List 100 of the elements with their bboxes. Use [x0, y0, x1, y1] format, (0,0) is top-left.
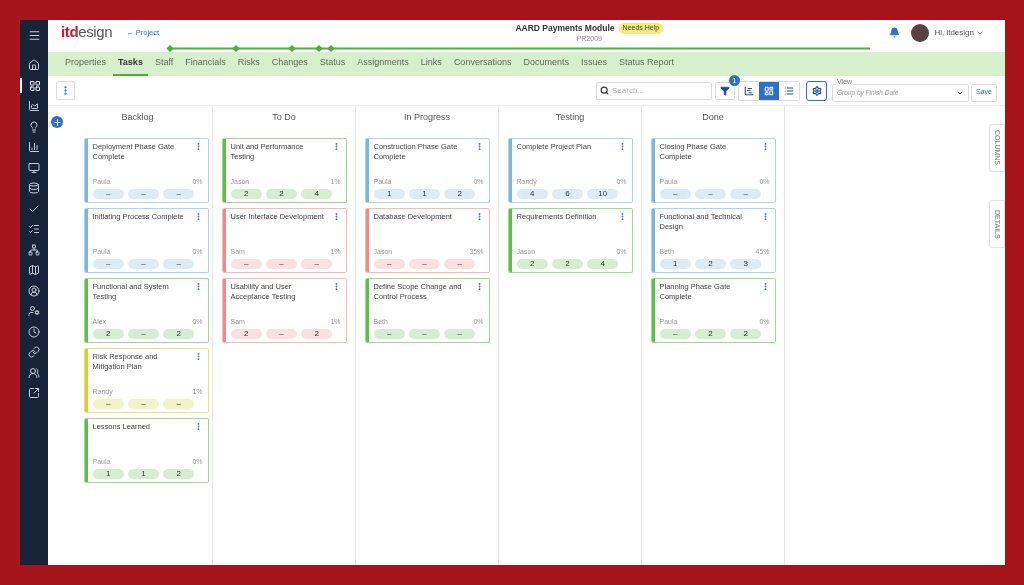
count-pill: 2	[694, 329, 727, 339]
count-pill: 2	[694, 259, 727, 269]
tab[interactable]: Assignments	[352, 52, 414, 76]
view-mode-button[interactable]	[759, 81, 780, 100]
column-title: In Progress	[404, 111, 450, 124]
count-pill: 4	[587, 259, 619, 269]
count-pill: –	[163, 399, 195, 409]
count-pill: –	[444, 329, 476, 339]
column-title: To Do	[272, 111, 296, 124]
tab[interactable]: Financials	[180, 52, 231, 76]
count-pill: 2	[265, 189, 298, 199]
database-icon	[28, 182, 40, 194]
user-settings-icon	[28, 305, 40, 317]
count-pill: –	[92, 259, 124, 269]
count-pill: –	[694, 189, 727, 199]
search-icon	[600, 86, 610, 95]
count-pill: 2	[301, 329, 333, 339]
area-chart-icon	[28, 100, 40, 112]
filter-icon	[720, 85, 731, 96]
count-pill: –	[265, 329, 298, 339]
filter-count-badge: 1	[729, 74, 741, 86]
board-view-icon	[764, 85, 775, 96]
monitor-icon	[28, 161, 40, 174]
count-pill: 2	[730, 329, 762, 339]
menu-icon[interactable]	[27, 29, 41, 42]
count-pill: 4	[301, 189, 333, 199]
count-pill: 1	[127, 469, 160, 479]
hierarchy-icon	[28, 243, 40, 256]
checklist-icon	[28, 223, 40, 235]
count-pill: 2	[163, 469, 195, 479]
settings-icon	[811, 85, 822, 96]
count-pill: –	[163, 189, 195, 199]
count-pill: 1	[659, 259, 691, 269]
tab[interactable]: Conversations	[448, 52, 517, 76]
bar-chart-icon	[28, 141, 40, 153]
tab[interactable]: Status Report	[613, 52, 679, 76]
count-pill: 3	[730, 259, 762, 269]
external-link-icon	[28, 387, 40, 399]
column-title: Testing	[555, 111, 585, 124]
count-pill: –	[659, 189, 691, 199]
list-view-icon	[784, 85, 795, 96]
tab[interactable]: Documents	[518, 52, 574, 76]
gantt-view-icon	[744, 85, 755, 96]
count-pill: –	[373, 329, 405, 339]
count-pill: –	[92, 399, 124, 409]
tab[interactable]: Tasks	[113, 52, 148, 76]
count-pill: –	[265, 259, 298, 269]
settings-button[interactable]	[806, 80, 828, 101]
count-pill: 2	[92, 329, 124, 339]
map-icon	[28, 264, 40, 276]
count-pill: –	[444, 259, 476, 269]
count-pill: –	[163, 259, 195, 269]
count-pill: 2	[444, 189, 476, 199]
count-pill: –	[408, 259, 441, 269]
count-pill: 2	[230, 329, 262, 339]
tab[interactable]: Properties	[60, 52, 112, 76]
tab[interactable]: Changes	[266, 52, 313, 76]
count-pill: 2	[230, 189, 262, 199]
lightbulb-icon	[28, 120, 40, 133]
count-pill: 2	[516, 259, 548, 269]
plus-icon	[52, 117, 62, 127]
logo: itdesign	[61, 22, 113, 43]
home-icon	[28, 59, 40, 71]
tab[interactable]: Links	[415, 52, 447, 76]
count-pill: –	[92, 189, 124, 199]
clock-icon	[28, 325, 40, 338]
count-pill: 1	[408, 189, 441, 199]
count-pill: –	[127, 329, 160, 339]
grid-icon	[29, 79, 41, 92]
project-title: AARD Payments Module	[515, 22, 615, 35]
avatar[interactable]	[911, 23, 930, 42]
users-icon	[28, 366, 40, 379]
link-icon	[28, 346, 40, 358]
user-circle-icon	[28, 284, 40, 297]
notification-icon[interactable]	[889, 27, 901, 38]
tab[interactable]: Issues	[575, 52, 612, 76]
count-pill: –	[659, 329, 691, 339]
count-pill: 2	[551, 259, 584, 269]
count-pill: –	[408, 329, 441, 339]
count-pill: 2	[163, 329, 195, 339]
count-pill: 1	[92, 469, 124, 479]
count-pill: 10	[587, 189, 619, 199]
count-pill: 4	[516, 189, 548, 199]
count-pill: –	[373, 259, 405, 269]
count-pill: –	[301, 259, 333, 269]
tab[interactable]: Staff	[149, 52, 179, 76]
count-pill: 1	[373, 189, 405, 199]
user-menu[interactable]: Hi, itdesign	[934, 26, 974, 39]
column-title: Done	[702, 111, 724, 124]
tab[interactable]: Status	[314, 52, 351, 76]
tab[interactable]: Risks	[232, 52, 265, 76]
count-pill: –	[230, 259, 262, 269]
add-button[interactable]	[51, 116, 63, 128]
count-pill: –	[730, 189, 762, 199]
count-pill: –	[127, 259, 160, 269]
search-field[interactable]: Search...	[596, 81, 713, 100]
count-pill: –	[127, 399, 160, 409]
column-title: Backlog	[121, 111, 154, 124]
count-pill: 6	[551, 189, 584, 199]
count-pill: –	[127, 189, 160, 199]
